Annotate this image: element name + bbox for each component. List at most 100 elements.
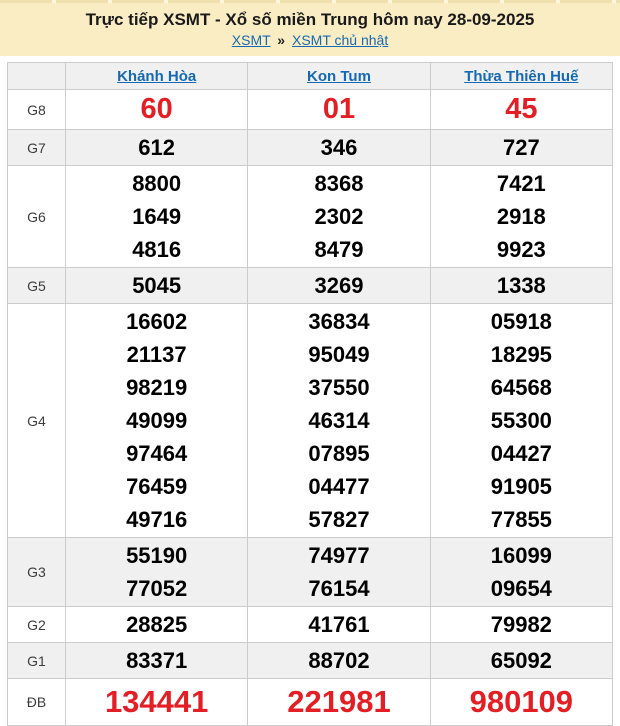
column-link-khanh-hoa[interactable]: Khánh Hòa: [117, 68, 196, 85]
result-number: 57827: [248, 503, 429, 536]
result-cell-g2-col2: 41761: [248, 607, 430, 643]
result-cell-db-col2: 221981: [248, 679, 430, 726]
result-number: 46314: [248, 404, 429, 437]
result-number: 3269: [248, 269, 429, 302]
column-header-thua-thien-hue: Thừa Thiên Huế: [430, 63, 612, 90]
result-cell-g2-col3: 79982: [430, 607, 612, 643]
prize-label-g8: G8: [8, 90, 66, 130]
result-cell-g6-col3: 742129189923: [430, 166, 612, 268]
result-number: 74977: [248, 539, 429, 572]
prize-row-g2: G2288254176179982: [8, 607, 613, 643]
result-number: 7421: [431, 167, 612, 200]
result-cell-g3-col2: 7497776154: [248, 538, 430, 607]
breadcrumb-link-xsmt[interactable]: XSMT: [232, 32, 271, 48]
result-number: 18295: [431, 338, 612, 371]
result-cell-g3-col3: 1609909654: [430, 538, 612, 607]
column-header-khanh-hoa: Khánh Hòa: [66, 63, 248, 90]
result-number: 612: [66, 131, 247, 164]
result-number: 01: [248, 91, 429, 128]
results-table-body: G8600145G7612346727G68800164948168368230…: [8, 90, 613, 726]
prize-label-db: ĐB: [8, 679, 66, 726]
result-number: 8368: [248, 167, 429, 200]
result-number: 45: [431, 91, 612, 128]
prize-row-g7: G7612346727: [8, 130, 613, 166]
lottery-results-table: Khánh Hòa Kon Tum Thừa Thiên Huế G860014…: [7, 62, 613, 726]
result-number: 76459: [66, 470, 247, 503]
result-cell-g7-col3: 727: [430, 130, 612, 166]
result-number: 77052: [66, 572, 247, 605]
result-number: 91905: [431, 470, 612, 503]
result-number: 77855: [431, 503, 612, 536]
prize-label-g1: G1: [8, 643, 66, 679]
result-number: 95049: [248, 338, 429, 371]
result-number: 76154: [248, 572, 429, 605]
breadcrumb: XSMT » XSMT chủ nhật: [0, 30, 620, 50]
column-link-kon-tum[interactable]: Kon Tum: [307, 68, 371, 85]
column-link-thua-thien-hue[interactable]: Thừa Thiên Huế: [464, 68, 578, 85]
prize-row-g8: G8600145: [8, 90, 613, 130]
prize-label-g6: G6: [8, 166, 66, 268]
result-number: 83371: [66, 644, 247, 677]
result-cell-g6-col1: 880016494816: [66, 166, 248, 268]
page-header: Trực tiếp XSMT - Xổ số miền Trung hôm na…: [0, 0, 620, 56]
result-number: 1338: [431, 269, 612, 302]
prize-column-header-empty: [8, 63, 66, 90]
result-cell-g4-col3: 05918182956456855300044279190577855: [430, 304, 612, 538]
prize-row-g1: G1833718870265092: [8, 643, 613, 679]
result-cell-g7-col2: 346: [248, 130, 430, 166]
result-cell-g7-col1: 612: [66, 130, 248, 166]
result-cell-g4-col1: 16602211379821949099974647645949716: [66, 304, 248, 538]
result-number: 28825: [66, 608, 247, 641]
prize-row-g5: G5504532691338: [8, 268, 613, 304]
page: Trực tiếp XSMT - Xổ số miền Trung hôm na…: [0, 0, 620, 726]
result-number: 8479: [248, 233, 429, 266]
result-cell-g3-col1: 5519077052: [66, 538, 248, 607]
result-number: 9923: [431, 233, 612, 266]
result-number: 97464: [66, 437, 247, 470]
result-number: 36834: [248, 305, 429, 338]
result-number: 65092: [431, 644, 612, 677]
breadcrumb-separator: »: [277, 32, 285, 48]
result-cell-g2-col1: 28825: [66, 607, 248, 643]
breadcrumb-link-xsmt-chu-nhat[interactable]: XSMT chủ nhật: [292, 32, 388, 48]
result-number: 98219: [66, 371, 247, 404]
result-cell-g8-col2: 01: [248, 90, 430, 130]
column-header-kon-tum: Kon Tum: [248, 63, 430, 90]
result-number: 727: [431, 131, 612, 164]
result-number: 49099: [66, 404, 247, 437]
prize-label-g7: G7: [8, 130, 66, 166]
result-number: 346: [248, 131, 429, 164]
result-number: 55300: [431, 404, 612, 437]
result-cell-g1-col3: 65092: [430, 643, 612, 679]
prize-label-g3: G3: [8, 538, 66, 607]
result-number: 221981: [248, 680, 429, 724]
result-cell-g8-col3: 45: [430, 90, 612, 130]
prize-label-g5: G5: [8, 268, 66, 304]
result-number: 5045: [66, 269, 247, 302]
result-number: 2918: [431, 200, 612, 233]
result-cell-g5-col2: 3269: [248, 268, 430, 304]
result-number: 60: [66, 91, 247, 128]
result-number: 2302: [248, 200, 429, 233]
result-cell-db-col3: 980109: [430, 679, 612, 726]
result-cell-g1-col1: 83371: [66, 643, 248, 679]
result-number: 134441: [66, 680, 247, 724]
result-number: 37550: [248, 371, 429, 404]
result-number: 09654: [431, 572, 612, 605]
result-number: 16602: [66, 305, 247, 338]
result-number: 49716: [66, 503, 247, 536]
result-cell-g8-col1: 60: [66, 90, 248, 130]
result-number: 04427: [431, 437, 612, 470]
result-number: 88702: [248, 644, 429, 677]
result-cell-g5-col3: 1338: [430, 268, 612, 304]
prize-row-g4: G416602211379821949099974647645949716368…: [8, 304, 613, 538]
result-cell-g5-col1: 5045: [66, 268, 248, 304]
result-number: 55190: [66, 539, 247, 572]
result-cell-g1-col2: 88702: [248, 643, 430, 679]
result-number: 4816: [66, 233, 247, 266]
prize-row-db: ĐB134441221981980109: [8, 679, 613, 726]
result-number: 16099: [431, 539, 612, 572]
result-number: 05918: [431, 305, 612, 338]
result-number: 980109: [431, 680, 612, 724]
result-number: 41761: [248, 608, 429, 641]
